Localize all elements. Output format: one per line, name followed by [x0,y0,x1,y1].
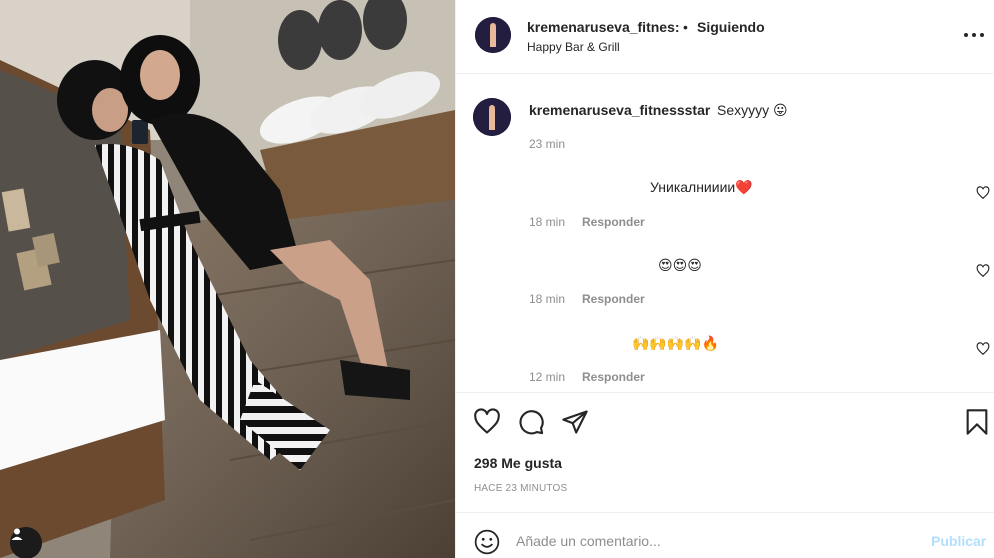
post-header: kremenaruseva_fitnes: • Siguiendo Happy … [456,0,994,74]
post-panel: kremenaruseva_fitnes: • Siguiendo Happy … [455,0,994,558]
publish-button[interactable]: Publicar [931,533,986,549]
post-actions: 298 Me gusta HACE 23 MINUTOS [456,392,994,512]
comment-time[interactable]: 12 min [529,370,565,384]
comment-input[interactable] [516,527,916,555]
user-tag-icon[interactable] [10,527,42,558]
add-comment-bar: Publicar [456,512,994,558]
caption-text: Sexyyyy 😛 [717,102,788,118]
reply-button[interactable]: Responder [582,370,645,384]
comment-text: 🙌🙌🙌🙌🔥 [632,335,720,351]
reply-button[interactable]: Responder [582,292,645,306]
comments-list[interactable]: kremenaruseva_fitnessstar Sexyyyy 😛 23 m… [456,75,994,392]
comment-text: 😍😍😍 [658,257,702,273]
comment-time[interactable]: 18 min [529,215,565,229]
comment-text: Уникалнииии❤️ [650,179,753,195]
caption-avatar[interactable] [473,98,511,136]
comment-like-icon[interactable] [976,342,990,356]
bookmark-icon[interactable] [963,408,991,436]
caption-time[interactable]: 23 min [529,137,565,151]
more-options-icon[interactable] [964,27,984,43]
likes-count[interactable]: 298 Me gusta [474,455,562,471]
author-avatar[interactable] [475,17,511,53]
emoji-icon[interactable] [474,529,500,555]
share-icon[interactable] [561,408,589,436]
following-button[interactable]: Siguiendo [697,19,765,35]
author-username[interactable]: kremenaruseva_fitnes: [527,19,679,35]
comment-like-icon[interactable] [976,186,990,200]
post-photo[interactable] [0,0,455,558]
post-time-ago[interactable]: HACE 23 MINUTOS [474,483,567,494]
comment-like-icon[interactable] [976,264,990,278]
location-link[interactable]: Happy Bar & Grill [527,40,620,54]
reply-button[interactable]: Responder [582,215,645,229]
heart-icon[interactable] [473,408,501,436]
comment-time[interactable]: 18 min [529,292,565,306]
separator-dot: • [683,19,688,35]
comment-icon[interactable] [517,408,545,436]
caption-username[interactable]: kremenaruseva_fitnessstar [529,102,710,118]
photo-illustration [0,0,455,558]
